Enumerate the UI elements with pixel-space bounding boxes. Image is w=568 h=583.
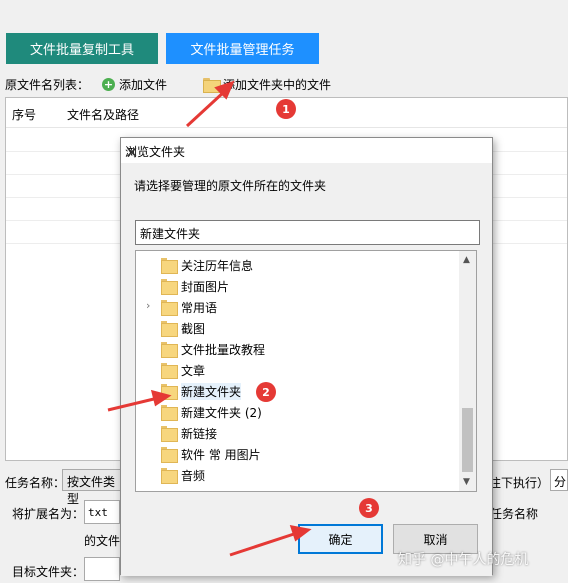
watermark: 知乎 @中午人的危机 — [398, 552, 529, 568]
arrow-2 — [107, 396, 159, 412]
step-marker-2: 2 — [256, 382, 276, 402]
step-marker-1: 1 — [276, 99, 296, 119]
arrow-2-head — [150, 389, 172, 407]
arrow-1 — [185, 89, 227, 128]
arrow-3-head — [289, 525, 312, 542]
annotation-arrows — [107, 80, 312, 557]
step-marker-3: 3 — [359, 498, 379, 518]
arrow-3 — [229, 531, 298, 557]
